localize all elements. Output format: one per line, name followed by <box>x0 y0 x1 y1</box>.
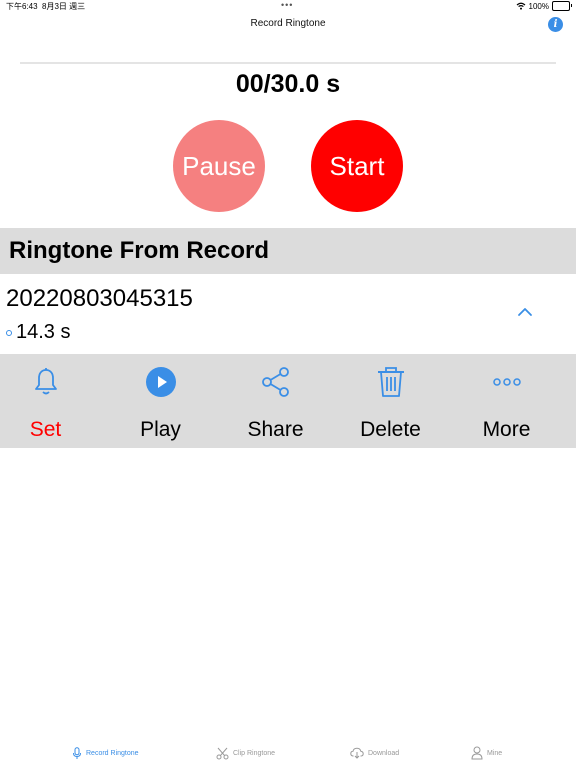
set-label: Set <box>29 418 62 441</box>
multitasking-dots-icon[interactable]: ••• <box>281 0 293 10</box>
share-label: Share <box>247 418 304 441</box>
share-icon <box>218 366 333 398</box>
microphone-icon <box>73 746 81 759</box>
tab-download[interactable]: Download <box>350 738 399 768</box>
cloud-download-icon <box>350 747 364 759</box>
record-action-bar: Set Play Share Delete More <box>0 354 576 448</box>
tab-clip-ringtone[interactable]: Clip Ringtone <box>216 738 275 768</box>
share-button[interactable]: Share <box>218 354 333 448</box>
status-time: 下午6:43 <box>6 2 38 11</box>
more-label: More <box>482 418 531 441</box>
chevron-up-icon[interactable] <box>515 305 535 319</box>
tab-label-clip-ringtone: Clip Ringtone <box>233 749 276 757</box>
recording-timer: 00/30.0 s <box>235 70 341 98</box>
record-duration: 14.3 s <box>16 321 71 343</box>
bell-icon <box>0 366 103 398</box>
battery-percent: 100% <box>528 1 549 11</box>
wifi-icon <box>516 2 525 10</box>
section-header: Ringtone From Record <box>0 228 576 274</box>
battery-icon <box>552 1 572 11</box>
tab-bar: Record Ringtone Clip Ringtone Download M… <box>0 738 576 768</box>
play-label: Play <box>140 418 181 441</box>
more-icon <box>449 366 564 398</box>
set-button[interactable]: Set <box>0 354 103 448</box>
more-button[interactable]: More <box>449 354 564 448</box>
tab-mine[interactable]: Mine <box>471 738 502 768</box>
play-button[interactable]: Play <box>103 354 218 448</box>
tab-record-ringtone[interactable]: Record Ringtone <box>72 738 139 768</box>
trash-icon <box>333 366 448 398</box>
pause-button[interactable]: Pause <box>173 120 265 212</box>
scissors-icon <box>216 747 229 759</box>
delete-button[interactable]: Delete <box>333 354 448 448</box>
status-right: 100% <box>516 1 572 11</box>
tab-label-mine: Mine <box>487 749 503 757</box>
start-button[interactable]: Start <box>311 120 403 212</box>
tab-label-download: Download <box>368 749 400 757</box>
record-name[interactable]: 20220803045315 <box>6 285 193 313</box>
page-title: Record Ringtone <box>250 18 326 29</box>
tab-label-record-ringtone: Record Ringtone <box>86 749 139 757</box>
recording-progress-bar <box>20 62 556 64</box>
delete-label: Delete <box>360 418 421 441</box>
status-date: 8月3日 週三 <box>42 2 86 11</box>
duration-dot-icon <box>6 330 12 336</box>
play-icon <box>103 366 218 398</box>
info-icon[interactable]: i <box>548 17 563 32</box>
status-time-date: 下午6:43 8月3日 週三 <box>6 1 85 12</box>
person-icon <box>471 746 483 760</box>
section-title: Ringtone From Record <box>9 237 270 264</box>
